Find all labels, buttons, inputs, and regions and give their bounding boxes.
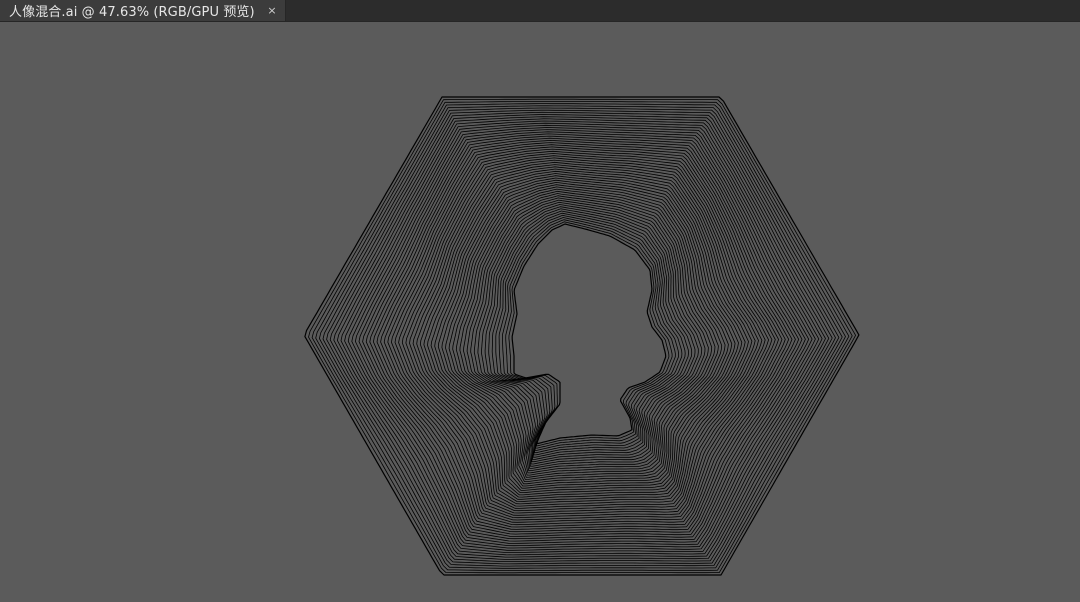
document-tab-bar: 人像混合.ai @ 47.63% (RGB/GPU 预览) × xyxy=(0,0,1080,22)
blend-line xyxy=(491,210,686,458)
blend-lines-group xyxy=(304,96,860,576)
illustrator-window: 人像混合.ai @ 47.63% (RGB/GPU 预览) × xyxy=(0,0,1080,602)
blend-line xyxy=(488,208,689,460)
blend-line xyxy=(376,140,793,530)
blend-line xyxy=(495,212,683,456)
blend-line xyxy=(481,204,696,465)
blend-line xyxy=(441,179,733,489)
blend-line xyxy=(380,142,790,528)
blend-line xyxy=(498,214,679,454)
artboard-canvas[interactable] xyxy=(0,22,1080,602)
blend-line xyxy=(430,173,743,496)
close-icon[interactable]: × xyxy=(262,0,282,21)
blend-artwork[interactable] xyxy=(0,22,1080,602)
document-tab[interactable]: 人像混合.ai @ 47.63% (RGB/GPU 预览) × xyxy=(0,0,286,21)
document-tab-title: 人像混合.ai @ 47.63% (RGB/GPU 预览) xyxy=(9,5,255,20)
